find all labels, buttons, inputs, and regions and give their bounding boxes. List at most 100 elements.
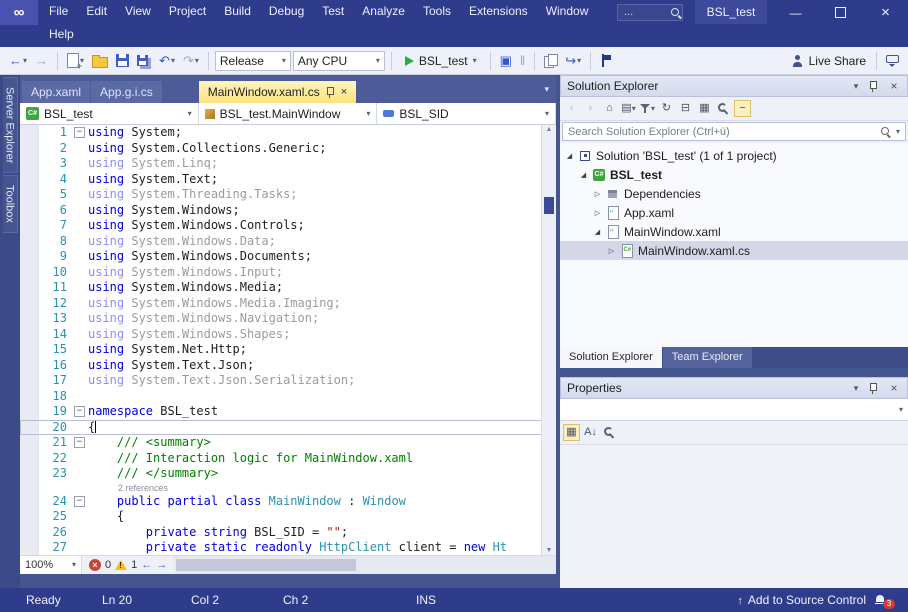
expander-expanded-icon[interactable]: [592, 228, 603, 236]
breakpoint-margin[interactable]: [20, 296, 38, 312]
fold-margin[interactable]: [72, 525, 86, 541]
breakpoint-margin[interactable]: [20, 389, 38, 405]
new-file-button[interactable]: [64, 50, 87, 72]
navbar-project-dropdown[interactable]: C#BSL_test: [20, 103, 199, 124]
menu-window[interactable]: Window: [537, 0, 598, 23]
solution-search-input[interactable]: Search Solution Explorer (Ctrl+ü): [562, 122, 906, 141]
vertical-scrollbar[interactable]: [541, 125, 556, 555]
codelens-references[interactable]: 2 references: [86, 482, 542, 494]
expander-collapsed-icon[interactable]: [606, 247, 617, 255]
quick-launch-search-box[interactable]: ...: [617, 4, 683, 21]
fold-margin[interactable]: [72, 234, 86, 250]
fold-margin[interactable]: [72, 280, 86, 296]
scroll-down-icon[interactable]: [542, 547, 556, 554]
expander-expanded-icon[interactable]: [578, 171, 589, 179]
fold-margin[interactable]: [72, 420, 86, 436]
breakpoint-margin[interactable]: [20, 525, 38, 541]
send-feedback-button[interactable]: [883, 50, 902, 72]
fold-margin[interactable]: [72, 172, 86, 188]
error-list-summary[interactable]: 0 1: [82, 559, 174, 571]
switch-views-button[interactable]: ▤: [620, 100, 637, 117]
scroll-up-icon[interactable]: [542, 126, 556, 133]
next-item-icon[interactable]: [156, 559, 167, 571]
menu-edit[interactable]: Edit: [77, 0, 116, 23]
fold-margin[interactable]: [72, 358, 86, 374]
find-in-files-button[interactable]: [541, 50, 560, 72]
fold-margin[interactable]: [72, 404, 86, 420]
minimize-button[interactable]: [773, 0, 818, 25]
expander-collapsed-icon[interactable]: [592, 190, 603, 198]
add-to-source-control-button[interactable]: Add to Source Control: [737, 588, 866, 612]
solution-platform-dropdown[interactable]: Any CPU: [293, 51, 385, 71]
breakpoint-margin[interactable]: [20, 141, 38, 157]
breakpoint-margin[interactable]: [20, 494, 38, 510]
pending-changes-filter-button[interactable]: [639, 100, 656, 117]
menu-help[interactable]: Help: [40, 23, 83, 46]
vertical-scrollbar-thumb[interactable]: [544, 197, 554, 214]
menu-project[interactable]: Project: [160, 0, 215, 23]
breakpoint-margin[interactable]: [20, 125, 38, 141]
maximize-button[interactable]: [818, 0, 863, 25]
menu-view[interactable]: View: [116, 0, 160, 23]
fold-margin[interactable]: [72, 141, 86, 157]
fold-margin[interactable]: [72, 540, 86, 555]
save-all-button[interactable]: [134, 50, 154, 72]
fold-margin[interactable]: [72, 296, 86, 312]
refresh-button[interactable]: ↻: [658, 100, 675, 117]
attach-to-process-button[interactable]: ▣: [497, 50, 515, 72]
collapse-all-button[interactable]: ⊟: [677, 100, 694, 117]
document-list-icon[interactable]: [537, 84, 556, 95]
nav-back-button[interactable]: ←: [6, 50, 30, 72]
fold-margin[interactable]: [72, 494, 86, 510]
nav-forward-button[interactable]: →: [32, 50, 51, 72]
fold-margin[interactable]: [72, 435, 86, 451]
breakpoint-margin[interactable]: [20, 311, 38, 327]
horizontal-scrollbar-thumb[interactable]: [176, 559, 356, 571]
fold-margin[interactable]: [72, 509, 86, 525]
fold-margin[interactable]: [72, 311, 86, 327]
previous-item-icon[interactable]: [141, 559, 152, 571]
breakpoint-margin[interactable]: [20, 451, 38, 467]
start-debugging-button[interactable]: BSL_test: [398, 54, 484, 68]
breakpoint-margin[interactable]: [20, 466, 38, 482]
menu-tools[interactable]: Tools: [414, 0, 460, 23]
breakpoint-margin[interactable]: [20, 358, 38, 374]
breakpoint-margin[interactable]: [20, 280, 38, 296]
fold-margin[interactable]: [72, 125, 86, 141]
menu-file[interactable]: File: [40, 0, 77, 23]
open-file-button[interactable]: [89, 50, 111, 72]
save-button[interactable]: [113, 50, 132, 72]
tab-app.g.i.cs[interactable]: App.g.i.cs: [91, 81, 162, 103]
close-icon[interactable]: [341, 86, 347, 98]
forward-button[interactable]: ›: [582, 100, 599, 117]
breakpoint-margin[interactable]: [20, 435, 38, 451]
alphabetical-button[interactable]: A↓: [582, 424, 599, 441]
breakpoint-margin[interactable]: [20, 172, 38, 188]
fold-collapse-icon[interactable]: [74, 127, 85, 138]
fold-margin[interactable]: [72, 389, 86, 405]
tab-mainwindow.xaml.cs[interactable]: MainWindow.xaml.cs: [199, 81, 356, 103]
breakpoint-margin[interactable]: [20, 187, 38, 203]
breakpoint-margin[interactable]: [20, 218, 38, 234]
undo-button[interactable]: ↶: [156, 50, 178, 72]
expander-collapsed-icon[interactable]: [592, 209, 603, 217]
close-icon[interactable]: [887, 381, 901, 395]
fold-collapse-icon[interactable]: [74, 496, 85, 507]
tree-item[interactable]: Solution 'BSL_test' (1 of 1 project): [560, 146, 908, 165]
fold-margin[interactable]: [72, 249, 86, 265]
home-button[interactable]: ⌂: [601, 100, 618, 117]
fold-collapse-icon[interactable]: [74, 406, 85, 417]
breakpoint-margin[interactable]: [20, 234, 38, 250]
navbar-type-dropdown[interactable]: BSL_test.MainWindow: [199, 103, 378, 124]
show-all-files-button[interactable]: ▦: [696, 100, 713, 117]
solution-configuration-dropdown[interactable]: Release: [215, 51, 291, 71]
code-editor[interactable]: 1using System;2using System.Collections.…: [20, 125, 556, 555]
expander-expanded-icon[interactable]: [564, 152, 575, 160]
fold-margin[interactable]: [72, 203, 86, 219]
breakpoint-margin[interactable]: [20, 203, 38, 219]
fold-collapse-icon[interactable]: [74, 437, 85, 448]
pin-icon[interactable]: [868, 80, 882, 93]
status-insert-mode[interactable]: INS: [416, 588, 436, 612]
pin-icon[interactable]: [868, 382, 882, 395]
fold-margin[interactable]: [72, 327, 86, 343]
